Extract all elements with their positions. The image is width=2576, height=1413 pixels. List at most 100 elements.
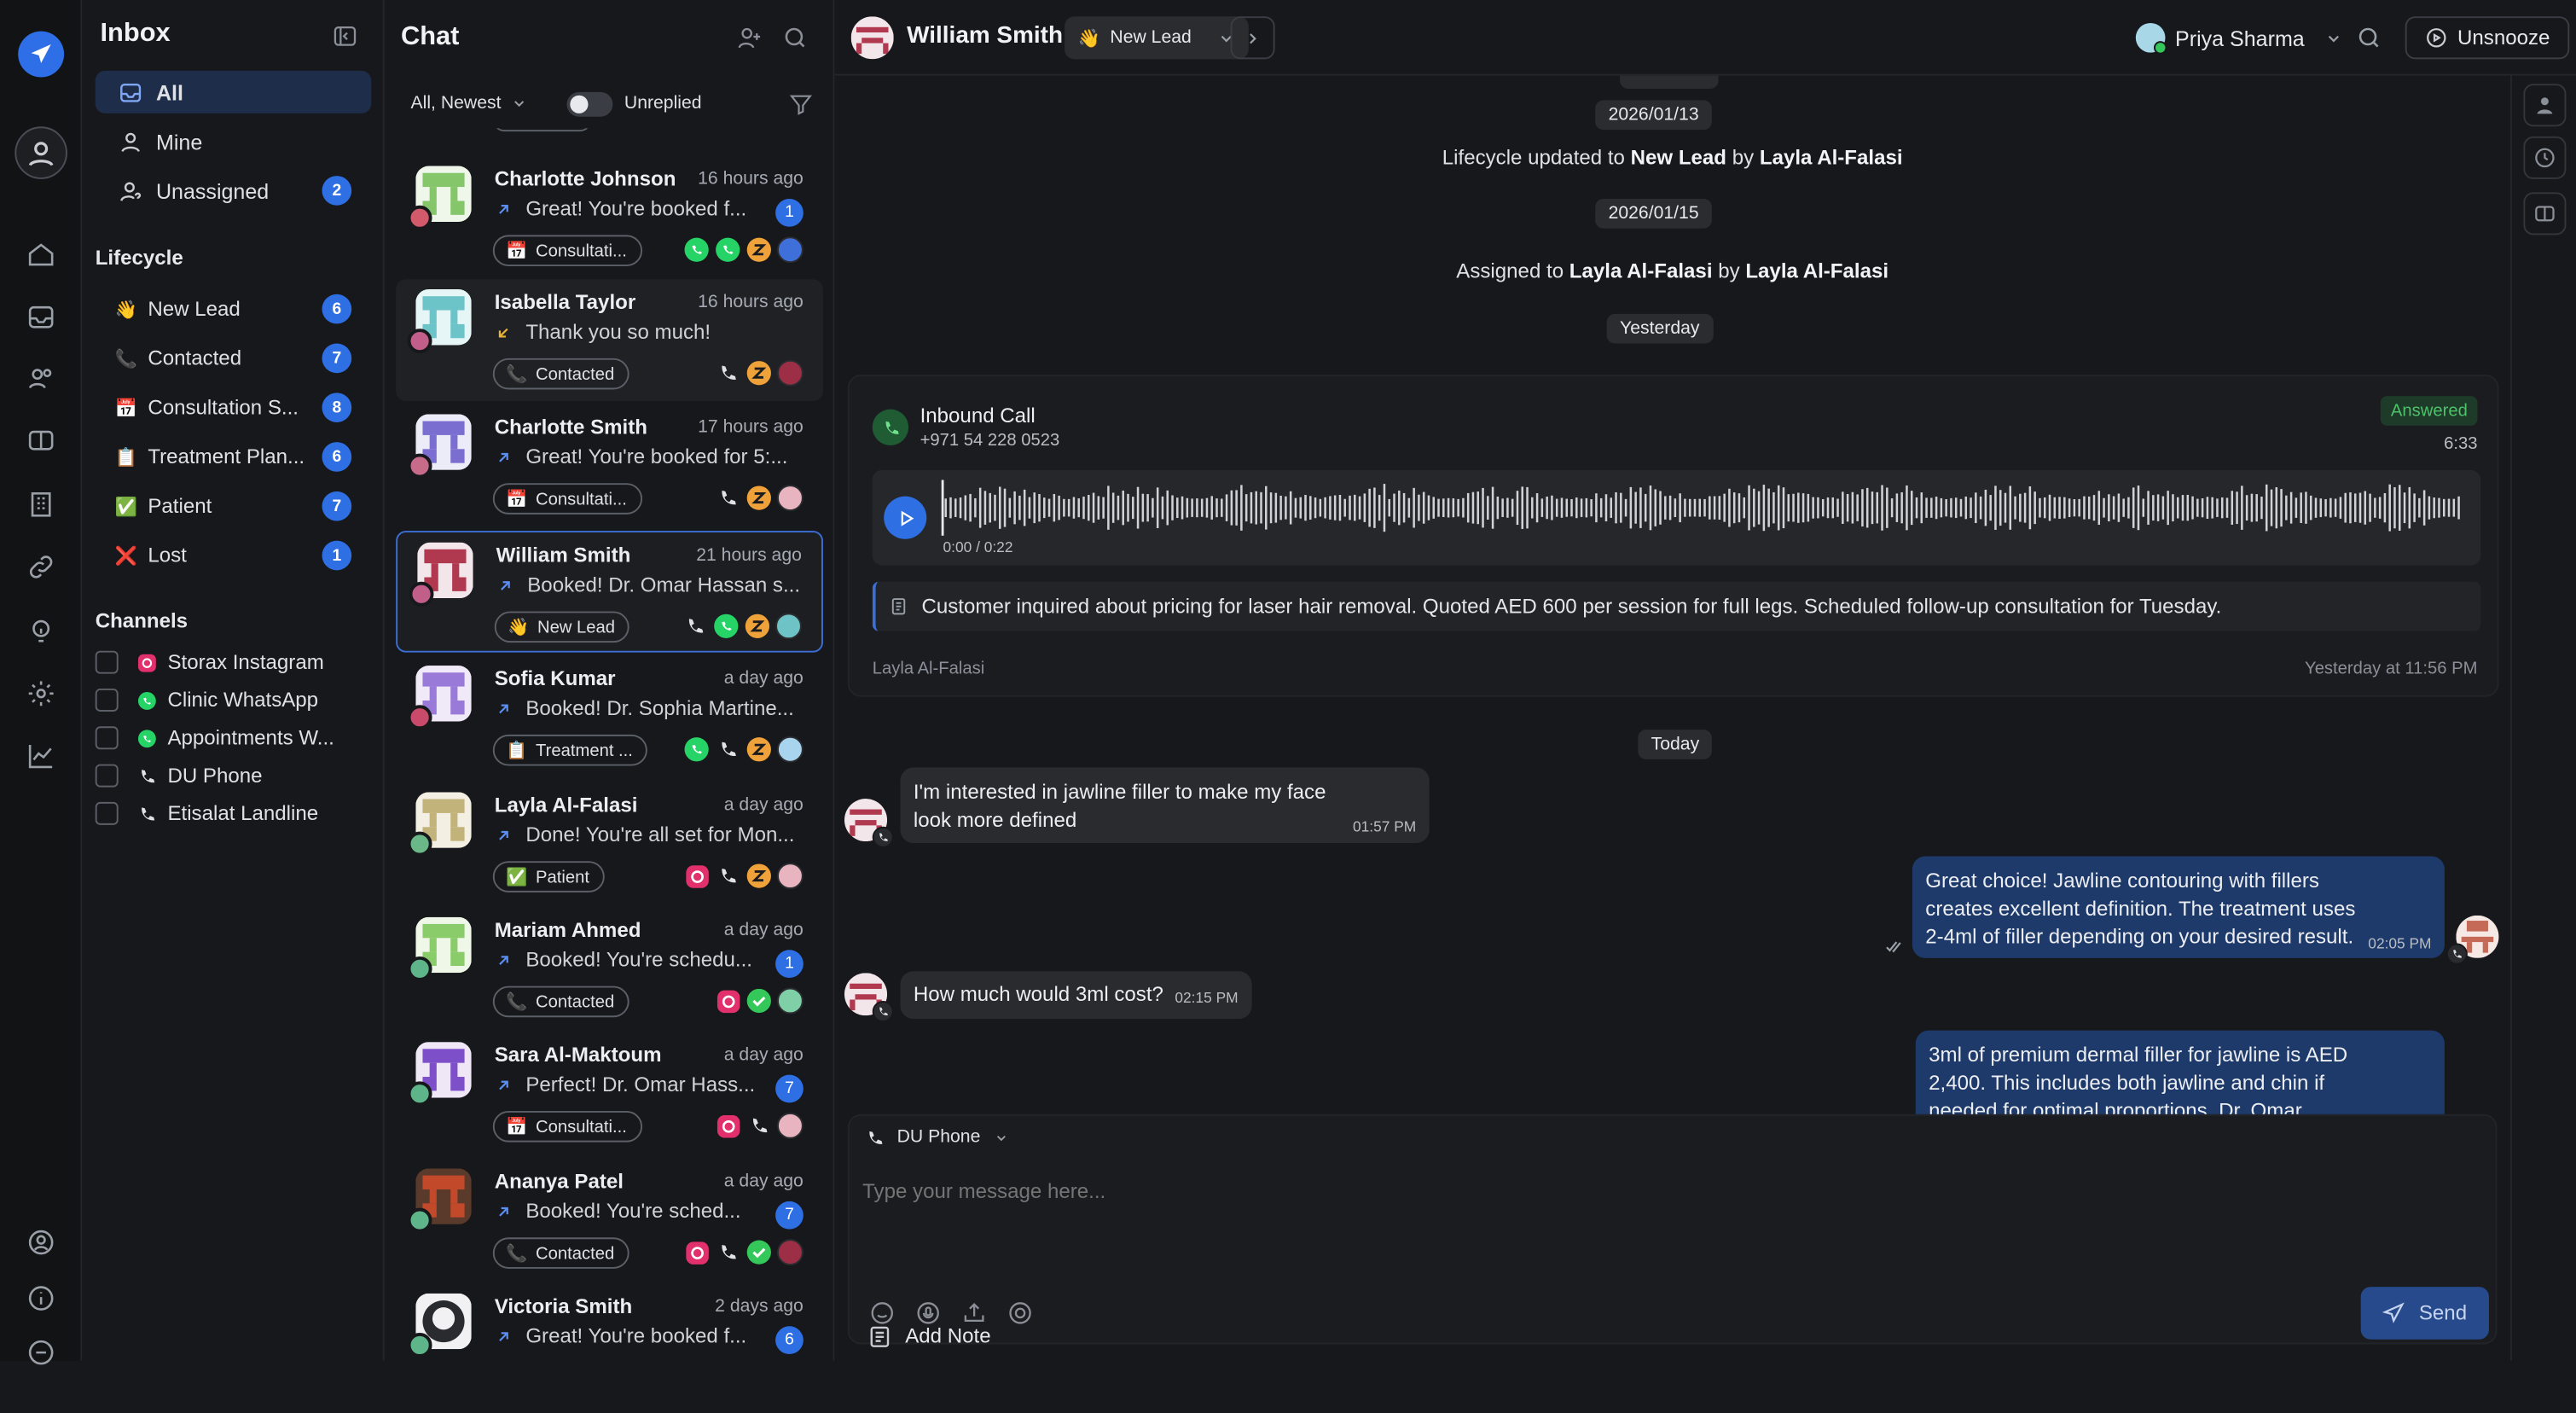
stage-label: Contacted	[148, 346, 242, 370]
stage-emoji: ❌	[114, 546, 138, 567]
message-incoming[interactable]: I'm interested in jawline filler to make…	[900, 767, 1430, 844]
send-button[interactable]: Send	[2360, 1287, 2489, 1340]
channel-checkbox[interactable]	[95, 764, 119, 788]
channel-etisalat-landline[interactable]: Etisalat Landline	[95, 795, 372, 831]
waveform-bar	[1970, 497, 1972, 519]
channel-storax-instagram[interactable]: Storax Instagram	[95, 644, 372, 680]
channel-checkbox[interactable]	[95, 801, 119, 825]
conversation-card[interactable]: Sofia Kumar a day ago Booked! Dr. Sophia…	[396, 655, 823, 777]
collapse-sidebar-icon[interactable]	[332, 23, 358, 49]
channel-checkbox[interactable]	[95, 650, 119, 674]
channel-appointments-whatsapp[interactable]: Appointments W...	[95, 720, 372, 756]
link-icon[interactable]	[21, 547, 61, 586]
stage-count-badge: 1	[322, 540, 352, 571]
stage-label: Patient	[148, 494, 212, 518]
waveform-bar	[1152, 497, 1154, 518]
bulb-icon[interactable]	[21, 611, 61, 650]
message-incoming[interactable]: How much would 3ml cost? 02:15 PM	[900, 971, 1252, 1020]
settings-icon[interactable]	[21, 674, 61, 713]
conversation-card[interactable]: Mariam Ahmed a day ago Booked! You're sc…	[396, 907, 823, 1029]
conversation-card[interactable]: William Smith 21 hours ago Booked! Dr. O…	[396, 531, 823, 653]
nav-all[interactable]: All	[95, 70, 372, 113]
user-circle-icon[interactable]	[15, 126, 67, 179]
unreplied-toggle[interactable]	[566, 91, 613, 117]
lifecycle-lost[interactable]: ❌ Lost 1	[96, 536, 372, 575]
lifecycle-contacted[interactable]: 📞 Contacted 7	[96, 339, 372, 378]
waveform-bar	[1072, 497, 1076, 519]
channel-checkbox[interactable]	[95, 726, 119, 750]
filter-icon[interactable]	[788, 92, 813, 117]
nav-mine[interactable]: Mine	[96, 120, 372, 163]
waveform-bar	[2039, 497, 2041, 518]
channel-du-phone[interactable]: DU Phone	[95, 758, 372, 794]
contact-name[interactable]: William Smith	[907, 23, 1063, 49]
lifecycle-tag[interactable]: 📞 Contacted	[492, 1237, 629, 1269]
waveform-bar	[1013, 491, 1016, 525]
tag-label: Consultati...	[536, 241, 627, 261]
instagram-icon	[683, 863, 710, 889]
search-icon[interactable]	[782, 25, 809, 51]
waveform-bar	[2058, 497, 2061, 519]
waveform-bar	[1945, 499, 1947, 517]
play-button[interactable]	[884, 496, 927, 539]
conversation-card[interactable]: Charlotte Johnson 16 hours ago Great! Yo…	[396, 156, 823, 278]
info-icon[interactable]	[21, 1278, 61, 1317]
waveform-bar	[1940, 497, 1943, 518]
tickets-icon[interactable]	[21, 421, 61, 460]
waveform-bar	[1244, 494, 1248, 522]
conversation-card[interactable]: Sara Al-Maktoum a day ago Perfect! Dr. O…	[396, 1032, 823, 1154]
conversation-card[interactable]: Ananya Patel a day ago Booked! You're sc…	[396, 1159, 823, 1281]
snooze-clock-icon	[2426, 28, 2446, 48]
message-outgoing[interactable]: 3ml of premium dermal filler for jawline…	[1915, 1030, 2445, 1114]
next-stage-button[interactable]	[1230, 16, 1275, 60]
home-icon[interactable]	[21, 235, 61, 274]
lifecycle-tag[interactable]: 👋 New Lead	[494, 611, 630, 643]
z-icon	[746, 863, 772, 889]
building-icon[interactable]	[21, 485, 61, 524]
channel-selector[interactable]: DU Phone	[866, 1127, 1008, 1147]
send-logo-icon[interactable]	[18, 31, 65, 78]
message-input[interactable]	[862, 1172, 2473, 1212]
contact-details-icon[interactable]	[2523, 84, 2567, 127]
profile-icon[interactable]	[21, 1223, 61, 1262]
conversation-card[interactable]: Layla Al-Falasi a day ago Done! You're a…	[396, 782, 823, 904]
lifecycle-stage-dropdown[interactable]: 👋 New Lead	[1065, 16, 1250, 60]
add-note-row[interactable]: Add Note	[867, 1317, 991, 1356]
audio-waveform[interactable]	[941, 480, 2466, 536]
unsnooze-button[interactable]: Unsnooze	[2405, 16, 2570, 60]
lifecycle-tag[interactable]: 📞 Contacted	[492, 358, 629, 390]
minus-circle-icon[interactable]	[21, 1333, 61, 1372]
tickets-icon[interactable]	[2523, 192, 2567, 236]
lifecycle-tag[interactable]: 📋 Treatment ...	[492, 734, 648, 766]
channel-checkbox[interactable]	[95, 689, 119, 712]
lifecycle-treatment-plan[interactable]: 📋 Treatment Plan... 6	[96, 437, 372, 476]
history-icon[interactable]	[2523, 136, 2567, 179]
contact-avatar[interactable]	[850, 16, 894, 60]
lifecycle-tag[interactable]: ✅ Patient	[492, 861, 605, 893]
assignee-dropdown[interactable]: Priya Sharma	[2135, 22, 2342, 55]
lifecycle-patient[interactable]: ✅ Patient 7	[96, 486, 372, 526]
contacts-icon[interactable]	[21, 358, 61, 398]
search-icon[interactable]	[2356, 25, 2382, 51]
conversation-card[interactable]: Charlotte Smith 17 hours ago Great! You'…	[396, 404, 823, 526]
conversation-card[interactable]: Victoria Smith 2 days ago Great! You're …	[396, 1283, 823, 1361]
sort-dropdown[interactable]: All, Newest	[411, 94, 528, 113]
lifecycle-tag[interactable]: 📅 Consultati...	[492, 1110, 642, 1143]
lifecycle-consultation[interactable]: 📅 Consultation S... 8	[96, 388, 372, 427]
message-outgoing[interactable]: Great choice! Jawline contouring with fi…	[1912, 856, 2445, 958]
lifecycle-tag[interactable]: 📅 Consultati...	[492, 235, 642, 267]
channel-clinic-whatsapp[interactable]: Clinic WhatsApp	[95, 682, 372, 718]
waveform-bar	[983, 491, 987, 525]
inbox-icon[interactable]	[21, 298, 61, 337]
details-sidebar	[2509, 75, 2576, 1361]
lifecycle-tag[interactable]: 📅 Consultati...	[492, 483, 642, 515]
conversation-card[interactable]: Isabella Taylor 16 hours ago Thank you s…	[396, 279, 823, 401]
waveform-bar	[1801, 493, 1805, 523]
nav-unassigned[interactable]: Unassigned 2	[96, 169, 372, 212]
add-contact-icon[interactable]	[736, 25, 763, 51]
lifecycle-tag[interactable]: 📞 Contacted	[492, 986, 629, 1018]
lifecycle-new-lead[interactable]: 👋 New Lead 6	[96, 289, 372, 329]
analytics-icon[interactable]	[21, 736, 61, 776]
ai-assist-icon[interactable]	[1007, 1300, 1034, 1326]
waveform-bar	[2103, 497, 2105, 518]
